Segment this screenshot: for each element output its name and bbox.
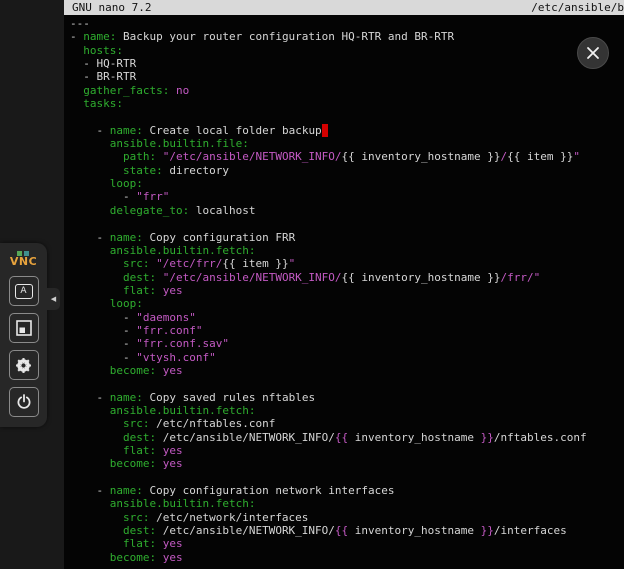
editor-line: dest: /etc/ansible/NETWORK_INFO/{{ inven… bbox=[70, 524, 624, 537]
terminal-window[interactable]: GNU nano 7.2 /etc/ansible/b ---- name: B… bbox=[64, 0, 624, 569]
editor-line: path: "/etc/ansible/NETWORK_INFO/{{ inve… bbox=[70, 150, 624, 163]
editor-line bbox=[70, 377, 624, 390]
editor-line: - "vtysh.conf" bbox=[70, 351, 624, 364]
editor-line: - HQ-RTR bbox=[70, 57, 624, 70]
editor-line: - "frr.conf.sav" bbox=[70, 337, 624, 350]
editor-line bbox=[70, 217, 624, 230]
vnc-logo-text: VNC bbox=[10, 257, 37, 267]
editor-line: flat: yes bbox=[70, 537, 624, 550]
editor-line: loop: bbox=[70, 297, 624, 310]
keyboard-button[interactable]: A bbox=[9, 276, 39, 306]
editor-line: - name: Create local folder backup bbox=[70, 124, 624, 137]
editor-line: become: yes bbox=[70, 457, 624, 470]
editor-line: flat: yes bbox=[70, 444, 624, 457]
vnc-control-bar: VNC A bbox=[0, 243, 47, 427]
editor-line: src: /etc/network/interfaces bbox=[70, 511, 624, 524]
power-button[interactable] bbox=[9, 387, 39, 417]
vnc-logo: VNC bbox=[10, 251, 37, 267]
fullscreen-icon bbox=[16, 320, 32, 336]
control-bar-handle[interactable]: ◀ bbox=[47, 288, 60, 310]
settings-button[interactable] bbox=[9, 350, 39, 380]
editor-line: ansible.builtin.file: bbox=[70, 137, 624, 150]
nano-editor[interactable]: ---- name: Backup your router configurat… bbox=[64, 15, 624, 564]
editor-line: become: yes bbox=[70, 364, 624, 377]
chevron-left-icon: ◀ bbox=[51, 295, 56, 303]
editor-line: gather_facts: no bbox=[70, 84, 624, 97]
editor-line: - "frr.conf" bbox=[70, 324, 624, 337]
editor-line: --- bbox=[70, 17, 624, 30]
editor-line: ansible.builtin.fetch: bbox=[70, 244, 624, 257]
editor-line: delegate_to: localhost bbox=[70, 204, 624, 217]
nano-titlebar: GNU nano 7.2 /etc/ansible/b bbox=[64, 0, 624, 15]
editor-line: tasks: bbox=[70, 97, 624, 110]
editor-line: hosts: bbox=[70, 44, 624, 57]
fullscreen-button[interactable] bbox=[9, 313, 39, 343]
editor-line: ansible.builtin.fetch: bbox=[70, 404, 624, 417]
gear-icon bbox=[15, 357, 32, 374]
editor-lines: ---- name: Backup your router configurat… bbox=[70, 17, 624, 564]
editor-line: - "daemons" bbox=[70, 311, 624, 324]
editor-line: dest: /etc/ansible/NETWORK_INFO/{{ inven… bbox=[70, 431, 624, 444]
editor-line: flat: yes bbox=[70, 284, 624, 297]
editor-line: - name: Backup your router configuration… bbox=[70, 30, 624, 43]
power-icon bbox=[16, 394, 32, 410]
text-cursor bbox=[322, 124, 329, 137]
editor-line: - BR-RTR bbox=[70, 70, 624, 83]
editor-line: ansible.builtin.fetch: bbox=[70, 497, 624, 510]
editor-line: loop: bbox=[70, 177, 624, 190]
editor-line bbox=[70, 110, 624, 123]
keyboard-a-icon: A bbox=[15, 284, 33, 299]
editor-line: state: directory bbox=[70, 164, 624, 177]
editor-line: src: /etc/nftables.conf bbox=[70, 417, 624, 430]
editor-line: - name: Copy configuration FRR bbox=[70, 231, 624, 244]
editor-line: src: "/etc/frr/{{ item }}" bbox=[70, 257, 624, 270]
editor-line: become: yes bbox=[70, 551, 624, 564]
nano-app-title: GNU nano 7.2 bbox=[72, 0, 151, 15]
close-x-icon bbox=[586, 46, 600, 60]
close-button[interactable] bbox=[577, 37, 609, 69]
nano-file-path: /etc/ansible/b bbox=[531, 0, 624, 15]
editor-line: - "frr" bbox=[70, 190, 624, 203]
editor-line: - name: Copy configuration network inter… bbox=[70, 484, 624, 497]
editor-line: - name: Copy saved rules nftables bbox=[70, 391, 624, 404]
editor-line: dest: "/etc/ansible/NETWORK_INFO/{{ inve… bbox=[70, 271, 624, 284]
editor-line bbox=[70, 471, 624, 484]
